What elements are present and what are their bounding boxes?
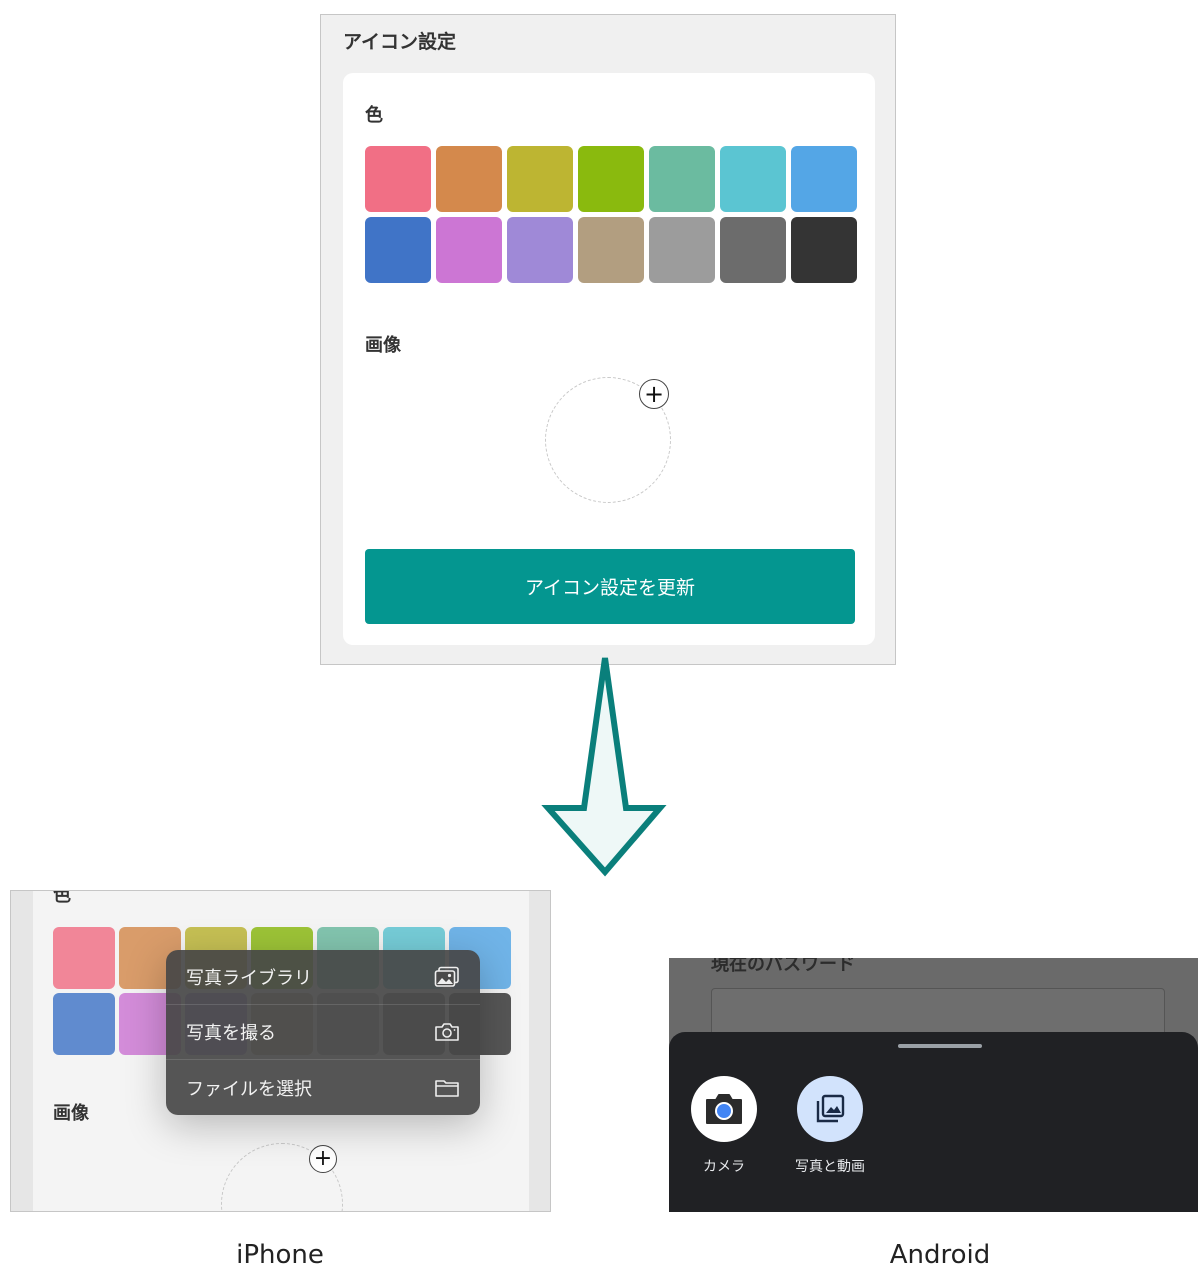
camera-option[interactable]: カメラ	[681, 1076, 767, 1176]
color-swatch-2[interactable]	[436, 146, 502, 212]
color-section-label: 色	[365, 105, 383, 126]
color-swatch-9[interactable]	[436, 217, 502, 283]
panel-title: アイコン設定	[343, 31, 457, 53]
color-swatch-11[interactable]	[578, 217, 644, 283]
menu-item-label: 写真ライブラリ	[186, 968, 312, 989]
icon-settings-card: 色 画像 + アイコン設定を更新	[343, 73, 875, 645]
add-image-button[interactable]: +	[309, 1145, 337, 1173]
photo-library-icon	[434, 966, 460, 988]
menu-item-label: ファイルを選択	[186, 1078, 312, 1100]
photos-icon	[797, 1076, 863, 1142]
android-caption: Android	[889, 1240, 991, 1270]
iphone-screenshot: 色 画像 + 写真ライブラリ 写真を撮る ファイルを選択	[10, 890, 551, 1212]
add-image-button[interactable]: +	[639, 379, 669, 409]
color-swatch-13[interactable]	[720, 217, 786, 283]
color-swatch-8[interactable]	[53, 993, 115, 1055]
color-swatch-7[interactable]	[791, 146, 857, 212]
background-field-label: 現在のパスワード	[711, 958, 855, 975]
color-swatch-4[interactable]	[578, 146, 644, 212]
option-label: 写真と動画	[795, 1159, 865, 1175]
down-arrow-icon	[541, 657, 667, 877]
color-swatch-10[interactable]	[507, 217, 573, 283]
color-swatch-8[interactable]	[365, 217, 431, 283]
background-password-field	[711, 988, 1165, 1036]
iphone-caption: iPhone	[236, 1240, 324, 1270]
option-label: カメラ	[703, 1159, 745, 1175]
color-swatch-5[interactable]	[649, 146, 715, 212]
image-section-label: 画像	[53, 1103, 89, 1124]
android-screenshot: 現在のパスワード カメラ 写真と動画	[669, 958, 1198, 1212]
color-swatch-6[interactable]	[720, 146, 786, 212]
menu-item-photo-library[interactable]: 写真ライブラリ	[166, 950, 480, 1005]
icon-settings-panel: アイコン設定 色 画像 + アイコン設定を更新	[320, 14, 896, 665]
color-swatch-12[interactable]	[649, 217, 715, 283]
update-icon-settings-button[interactable]: アイコン設定を更新	[365, 549, 855, 624]
android-bottom-sheet: カメラ 写真と動画	[669, 1032, 1198, 1212]
menu-item-take-photo[interactable]: 写真を撮る	[166, 1005, 480, 1060]
drag-handle[interactable]	[898, 1044, 982, 1048]
plus-icon: +	[643, 380, 665, 408]
image-section-label: 画像	[365, 335, 401, 356]
color-swatch-1[interactable]	[53, 927, 115, 989]
color-section-label: 色	[53, 890, 71, 906]
camera-icon	[691, 1076, 757, 1142]
color-swatch-3[interactable]	[507, 146, 573, 212]
menu-item-label: 写真を撮る	[186, 1023, 276, 1044]
color-swatch-1[interactable]	[365, 146, 431, 212]
photos-videos-option[interactable]: 写真と動画	[787, 1076, 873, 1176]
ios-action-menu: 写真ライブラリ 写真を撮る ファイルを選択	[166, 950, 480, 1115]
color-swatch-grid	[365, 146, 857, 283]
camera-icon	[434, 1021, 460, 1043]
plus-icon: +	[313, 1146, 333, 1171]
folder-icon	[434, 1077, 460, 1099]
color-swatch-14[interactable]	[791, 217, 857, 283]
menu-item-choose-file[interactable]: ファイルを選択	[166, 1060, 480, 1115]
